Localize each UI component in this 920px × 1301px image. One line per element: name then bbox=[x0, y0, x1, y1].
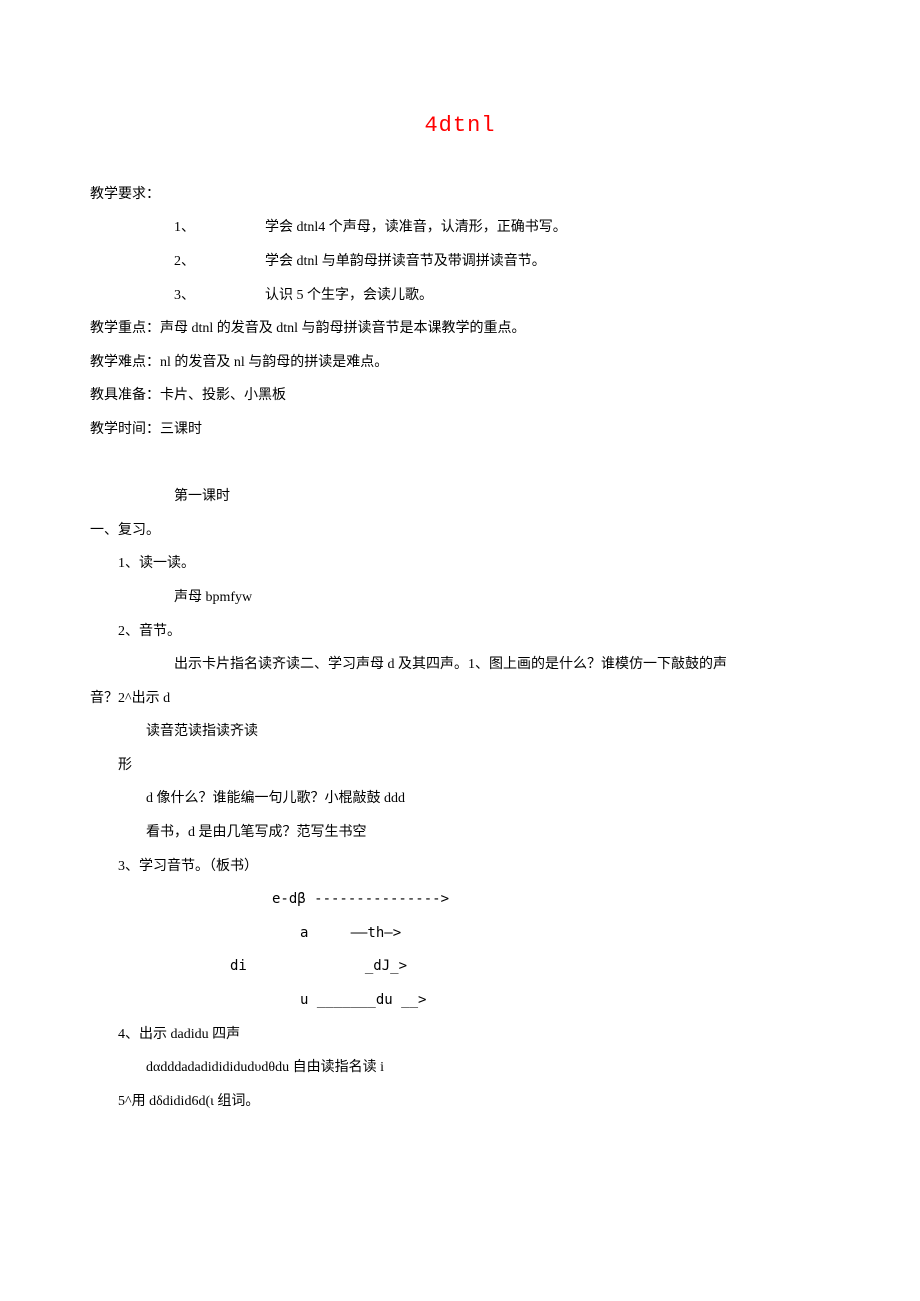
teaching-time: 教学时间：三课时 bbox=[90, 413, 830, 447]
section1-heading: 一、复习。 bbox=[90, 514, 830, 548]
table-row-1: e-dβ ---------------> bbox=[202, 883, 830, 917]
item1-label: 1、读一读。 bbox=[90, 547, 830, 581]
requirement-item-2: 2、 学会 dtnl 与单韵母拼读音节及带调拼读音节。 bbox=[90, 245, 830, 279]
item1-content: 声母 bpmfyw bbox=[90, 581, 830, 615]
requirement-item-3: 3、 认识 5 个生字，会读儿歌。 bbox=[90, 279, 830, 313]
teaching-key: 教学重点：声母 dtnl 的发音及 dtnl 与韵母拼读音节是本课教学的重点。 bbox=[90, 312, 830, 346]
requirements-heading: 教学要求： bbox=[90, 178, 830, 212]
item-number: 1、 bbox=[174, 220, 195, 235]
shape-label: 形 bbox=[90, 749, 830, 783]
shape-line2: 看书，d 是由几笔写成？范写生书空 bbox=[90, 816, 830, 850]
item2-content3: 读音范读指读齐读 bbox=[90, 715, 830, 749]
document-page: 4dtnl 教学要求： 1、 学会 dtnl4 个声母，读准音，认清形，正确书写。… bbox=[0, 0, 920, 1218]
item5-label: 5^用 dδdidid6d(ι 组词。 bbox=[90, 1085, 830, 1119]
item-text: 学会 dtnl4 个声母，读准音，认清形，正确书写。 bbox=[265, 220, 567, 235]
lesson1-heading: 第一课时 bbox=[90, 480, 830, 514]
table-row-4: u _______du __> bbox=[202, 984, 830, 1018]
item-text: 认识 5 个生字，会读儿歌。 bbox=[265, 288, 433, 303]
item-text: 学会 dtnl 与单韵母拼读音节及带调拼读音节。 bbox=[265, 254, 546, 269]
item-number: 2、 bbox=[174, 254, 195, 269]
item2-content2: 音？2^出示 d bbox=[90, 682, 830, 716]
teaching-prep: 教具准备：卡片、投影、小黑板 bbox=[90, 379, 830, 413]
teaching-difficulty: 教学难点：nl 的发音及 nl 与韵母的拼读是难点。 bbox=[90, 346, 830, 380]
item4-label: 4、出示 dadidu 四声 bbox=[90, 1018, 830, 1052]
shape-line1: d 像什么？谁能编一句儿歌？小棍敲鼓 ddd bbox=[90, 782, 830, 816]
document-title: 4dtnl bbox=[90, 100, 830, 153]
table-row-3: di _dJ_> bbox=[202, 950, 830, 984]
item2-label: 2、音节。 bbox=[90, 615, 830, 649]
item4-content: dαdddadadidididudυdθdu 自由读指名读 i bbox=[90, 1051, 830, 1085]
table-row-2: a ——th—> bbox=[202, 917, 830, 951]
item3-label: 3、学习音节。（板书） bbox=[90, 850, 830, 884]
syllable-table: e-dβ ---------------> a ——th—> di _dJ_> … bbox=[90, 883, 830, 1017]
requirement-item-1: 1、 学会 dtnl4 个声母，读准音，认清形，正确书写。 bbox=[90, 211, 830, 245]
item2-content1: 出示卡片指名读齐读二、学习声母 d 及其四声。1、图上画的是什么？谁模仿一下敲鼓… bbox=[90, 648, 830, 682]
item-number: 3、 bbox=[174, 288, 195, 303]
